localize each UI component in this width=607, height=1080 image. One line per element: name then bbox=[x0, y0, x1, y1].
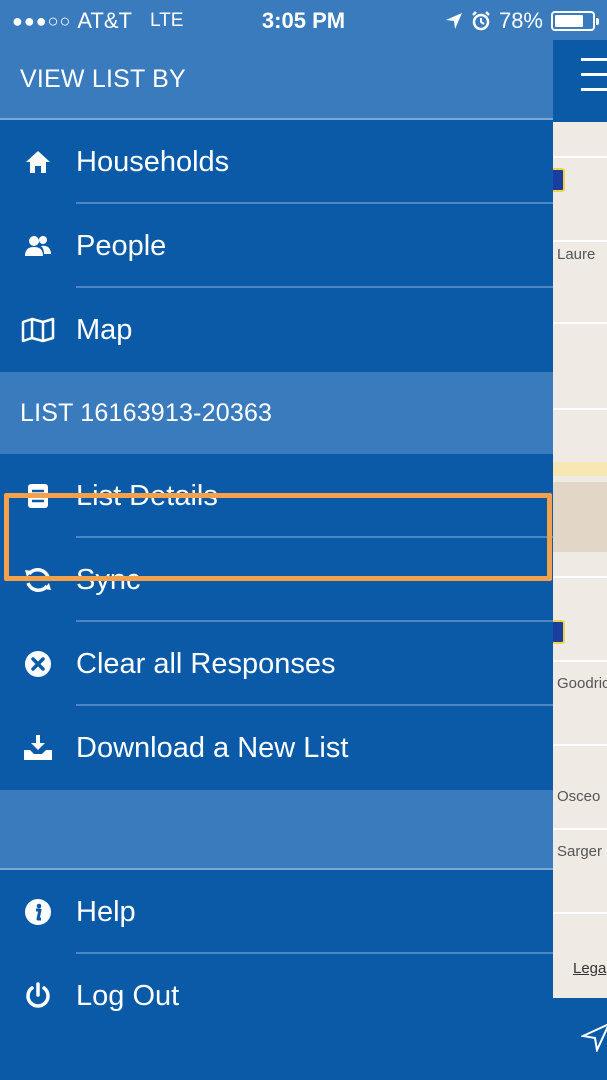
map-header bbox=[553, 40, 607, 122]
navigation-arrow-icon[interactable] bbox=[581, 1022, 607, 1052]
location-arrow-icon bbox=[445, 13, 462, 29]
highway-shield-icon bbox=[553, 620, 565, 644]
menu-item-label: Sync bbox=[76, 563, 141, 596]
menu-item-help[interactable]: Help bbox=[0, 870, 553, 954]
menu-item-label: Clear all Responses bbox=[76, 647, 336, 680]
list-id-header: LIST 16163913-20363 bbox=[0, 372, 553, 454]
sync-icon bbox=[0, 566, 76, 594]
map-footer bbox=[553, 998, 607, 1080]
info-icon bbox=[0, 898, 76, 926]
menu-item-label: Log Out bbox=[76, 979, 180, 1012]
map-street-label: Sarger bbox=[557, 843, 603, 860]
map-block bbox=[553, 482, 607, 552]
alarm-icon bbox=[472, 11, 490, 31]
section-spacer bbox=[0, 790, 553, 870]
menu-item-download-new-list[interactable]: Download a New List bbox=[0, 706, 553, 790]
menu-item-label: List Details bbox=[76, 479, 218, 512]
menu-item-label: Households bbox=[76, 145, 230, 178]
highway-shield-icon bbox=[553, 168, 565, 192]
power-icon bbox=[0, 982, 76, 1010]
map-legal-link[interactable]: Lega bbox=[573, 960, 606, 977]
battery-icon bbox=[551, 11, 599, 31]
menu-item-sync[interactable]: Sync bbox=[0, 538, 553, 622]
home-icon bbox=[0, 150, 76, 174]
map-icon bbox=[0, 317, 76, 343]
menu-item-people[interactable]: People bbox=[0, 204, 553, 288]
menu-item-households[interactable]: Households bbox=[0, 120, 553, 204]
document-icon bbox=[0, 483, 76, 509]
map-street-label: Goodric bbox=[557, 675, 607, 692]
menu-item-label: People bbox=[76, 229, 167, 262]
status-bar: ●●●○○ AT&T LTE 3:05 PM 78% bbox=[0, 0, 607, 40]
map-street-label: Osceo bbox=[557, 788, 601, 805]
menu-item-label: Help bbox=[76, 895, 136, 928]
battery-percent: 78% bbox=[498, 8, 543, 33]
status-right: 78% bbox=[445, 8, 599, 34]
menu-item-log-out[interactable]: Log Out bbox=[0, 954, 553, 1038]
menu-item-label: Download a New List bbox=[76, 731, 349, 764]
highway-road bbox=[553, 462, 607, 476]
clear-icon bbox=[0, 650, 76, 678]
menu-item-list-details[interactable]: List Details bbox=[0, 454, 553, 538]
view-list-by-header: VIEW LIST BY bbox=[0, 40, 553, 120]
navigation-drawer: VIEW LIST BY Households People Map LIST … bbox=[0, 40, 553, 1080]
map-preview[interactable]: Laure Goodric Osceo Sarger Lega bbox=[553, 40, 607, 1080]
menu-item-clear-all-responses[interactable]: Clear all Responses bbox=[0, 622, 553, 706]
download-icon bbox=[0, 734, 76, 762]
map-street-label: Laure bbox=[557, 246, 596, 263]
hamburger-menu-icon[interactable] bbox=[581, 58, 607, 94]
menu-item-map[interactable]: Map bbox=[0, 288, 553, 372]
people-icon bbox=[0, 234, 76, 258]
map-view[interactable]: Laure Goodric Osceo Sarger Lega bbox=[553, 122, 607, 998]
menu-item-label: Map bbox=[76, 313, 133, 346]
